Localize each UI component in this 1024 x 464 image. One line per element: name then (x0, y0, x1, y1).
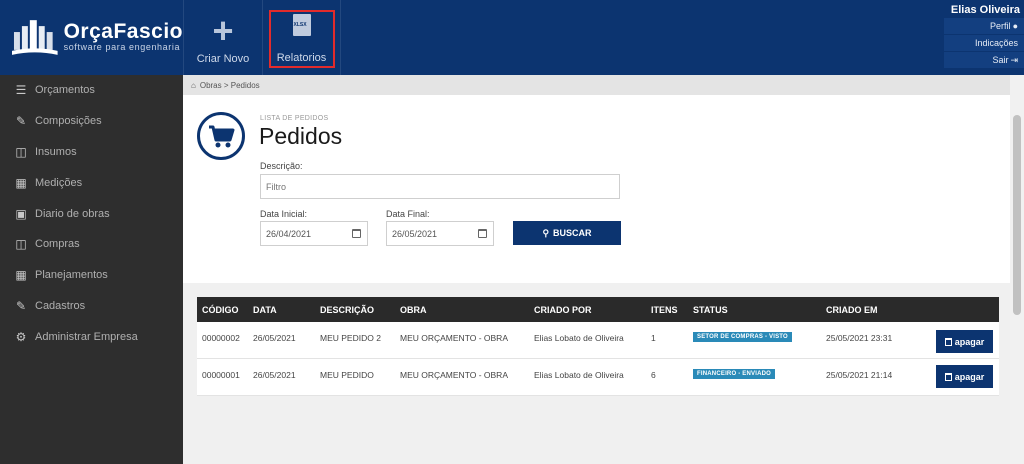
brand-name: OrçaFascio (63, 20, 183, 43)
sidebar-item-orcamentos[interactable]: ☰ Orçamentos (0, 75, 183, 106)
top-bar: OrçaFascio software para engenharia + Cr… (0, 0, 1024, 75)
cell-descricao: MEU PEDIDO (320, 370, 374, 380)
trash-icon (944, 337, 952, 346)
status-badge: FINANCEIRO - ENVIADO (693, 369, 776, 379)
logout-link[interactable]: Sair ⇥ (944, 52, 1024, 68)
cell-data: 26/05/2021 (253, 333, 296, 343)
delete-button[interactable]: apagar (936, 365, 993, 388)
create-new-label: Criar Novo (196, 53, 250, 65)
sidebar-item-medicoes[interactable]: ▦ Medições (0, 167, 183, 198)
trash-icon (944, 372, 952, 381)
sidebar-item-composicoes[interactable]: ✎ Composições (0, 106, 183, 137)
start-date-input[interactable]: 26/04/2021 (260, 221, 368, 246)
search-icon: ⚲ (542, 227, 550, 238)
orders-table: CÓDIGO DATA DESCRIÇÃO OBRA CRIADO POR IT… (197, 297, 999, 396)
sidebar-item-planejamentos[interactable]: ▦ Planejamentos (0, 260, 183, 291)
cell-itens: 6 (651, 370, 656, 380)
table-header: CÓDIGO DATA DESCRIÇÃO OBRA CRIADO POR IT… (197, 297, 999, 322)
breadcrumb-pedidos: Pedidos (230, 80, 260, 90)
sidebar-item-administrar-empresa[interactable]: ⚙ Administrar Empresa (0, 321, 183, 352)
sidebar-item-insumos[interactable]: ◫ Insumos (0, 137, 183, 168)
sidebar-item-compras[interactable]: ◫ Compras (0, 229, 183, 260)
cart-icon: ◫ (15, 237, 27, 252)
scrollbar-thumb[interactable] (1013, 115, 1021, 315)
cell-obra: MEU ORÇAMENTO - OBRA (400, 333, 508, 343)
search-button[interactable]: ⚲ BUSCAR (513, 221, 621, 245)
column-header-criado-por: CRIADO POR (534, 304, 592, 315)
column-header-descricao: DESCRIÇÃO (320, 304, 375, 315)
gear-icon: ⚙ (15, 329, 27, 344)
column-header-obra: OBRA (400, 304, 427, 315)
cart-icon (197, 112, 245, 160)
calendar-icon[interactable] (478, 229, 487, 238)
vertical-scrollbar[interactable] (1010, 75, 1024, 464)
breadcrumb-separator: > (221, 80, 231, 90)
calendar-icon: ▦ (15, 268, 27, 283)
breadcrumb-obras[interactable]: Obras (200, 81, 222, 90)
sidebar: ☰ Orçamentos ✎ Composições ◫ Insumos ▦ M… (0, 75, 183, 464)
reports-button[interactable]: XLSX Relatorios (263, 0, 341, 75)
cell-descricao: MEU PEDIDO 2 (320, 333, 381, 343)
cell-obra: MEU ORÇAMENTO - OBRA (400, 370, 508, 380)
brand-logo[interactable]: OrçaFascio software para engenharia (0, 0, 183, 75)
eraser-icon: ✎ (15, 114, 27, 129)
indicacoes-link[interactable]: Indicações (944, 35, 1024, 51)
table-row: 00000001 26/05/2021 MEU PEDIDO MEU ORÇAM… (197, 359, 999, 396)
filter-panel: LISTA DE PEDIDOS Pedidos Descrição: Data… (183, 95, 1010, 283)
start-date-value: 26/04/2021 (266, 228, 312, 239)
list-icon: ☰ (15, 83, 27, 98)
end-date-input[interactable]: 26/05/2021 (386, 221, 494, 246)
delete-button[interactable]: apagar (936, 330, 993, 353)
cell-criado-em: 25/05/2021 21:14 (826, 370, 893, 380)
column-header-status: STATUS (693, 304, 728, 315)
calendar-icon[interactable] (352, 229, 361, 238)
start-date-label: Data Inicial: (260, 209, 308, 219)
description-input[interactable] (260, 174, 620, 199)
home-icon[interactable]: ⌂ (191, 81, 196, 90)
cell-criado-por: Elias Lobato de Oliveira (534, 333, 624, 343)
list-label: LISTA DE PEDIDOS (260, 115, 329, 122)
plus-icon: + (212, 10, 234, 51)
edit-icon: ✎ (15, 298, 27, 313)
cell-codigo: 00000002 (202, 333, 240, 343)
sidebar-item-diario-de-obras[interactable]: ▣ Diario de obras (0, 198, 183, 229)
book-icon: ▣ (15, 206, 27, 221)
cell-data: 26/05/2021 (253, 370, 296, 380)
user-name: Elias Oliveira (950, 4, 1020, 16)
measure-icon: ▦ (15, 175, 27, 190)
xlsx-badge: XLSX (293, 22, 307, 28)
logout-icon: ⇥ (1010, 55, 1018, 65)
user-menu: Elias Oliveira Perfil ● Indicações Sair ⇥ (944, 0, 1024, 68)
column-header-data: DATA (253, 304, 277, 315)
brand-tagline: software para engenharia (63, 42, 181, 52)
user-icon: ● (1012, 21, 1018, 31)
create-new-button[interactable]: + Criar Novo (183, 0, 263, 75)
xlsx-file-icon: XLSX (292, 14, 311, 36)
description-label: Descrição: (260, 161, 303, 171)
table-row: 00000002 26/05/2021 MEU PEDIDO 2 MEU ORÇ… (197, 322, 999, 359)
cell-itens: 1 (651, 333, 656, 343)
cell-criado-por: Elias Lobato de Oliveira (534, 370, 624, 380)
stack-icon: ◫ (15, 144, 27, 159)
logo-buildings-icon (12, 19, 58, 55)
column-header-codigo: CÓDIGO (202, 304, 239, 315)
status-badge: SETOR DE COMPRAS - VISTO (693, 332, 792, 342)
column-header-criado-em: CRIADO EM (826, 304, 878, 315)
end-date-label: Data Final: (386, 209, 430, 219)
page-title: Pedidos (259, 123, 343, 149)
end-date-value: 26/05/2021 (392, 228, 438, 239)
cart-glyph (209, 125, 235, 148)
column-header-itens: ITENS (651, 304, 678, 315)
sidebar-item-cadastros[interactable]: ✎ Cadastros (0, 291, 183, 322)
cell-codigo: 00000001 (202, 370, 240, 380)
cell-criado-em: 25/05/2021 23:31 (826, 333, 893, 343)
breadcrumb: ⌂ Obras > Pedidos (183, 75, 1010, 95)
profile-link[interactable]: Perfil ● (944, 18, 1024, 34)
